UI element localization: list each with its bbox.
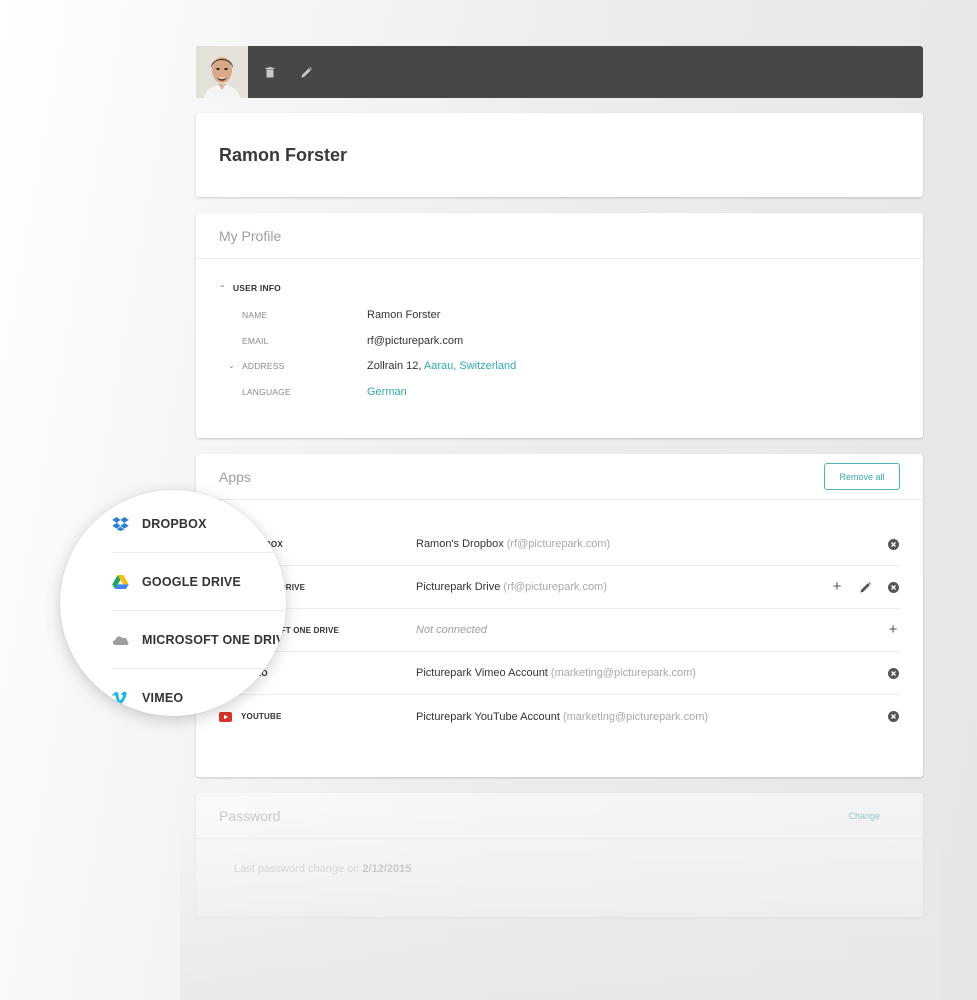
app-account: Picturepark Drive (rf@picturepark.com) xyxy=(416,581,830,593)
app-row-actions xyxy=(886,710,900,724)
app-account-email: (marketing@picturepark.com) xyxy=(562,710,709,723)
field-language: LANGUAGE German xyxy=(242,384,407,400)
field-email-value: rf@picturepark.com xyxy=(367,335,464,347)
app-account: Ramon's Dropbox (rf@picturepark.com) xyxy=(416,538,886,550)
mag-item-label: GOOGLE DRIVE xyxy=(142,574,241,589)
app-row-actions: + xyxy=(830,579,900,594)
address-city-link[interactable]: Aarau, Switzerland xyxy=(424,360,516,372)
mag-item-label: MICROSOFT ONE DRIVE xyxy=(142,632,286,647)
field-name-value: Ramon Forster xyxy=(367,309,441,321)
mag-item-google-drive: GOOGLE DRIVE xyxy=(112,553,286,611)
app-account-name: Ramon's Dropbox xyxy=(416,538,507,550)
edit-button[interactable] xyxy=(292,58,320,86)
app-account: Picturepark Vimeo Account (marketing@pic… xyxy=(416,667,886,679)
add-account-button[interactable]: + xyxy=(830,579,844,594)
remove-app-button[interactable] xyxy=(886,580,900,594)
field-name: NAME Ramon Forster xyxy=(242,307,440,323)
language-link[interactable]: German xyxy=(367,386,407,398)
user-info-label: USER INFO xyxy=(232,283,281,293)
apps-card-title: Apps xyxy=(219,468,251,485)
close-circle-icon xyxy=(887,581,899,593)
password-note-date: 2/12/2015 xyxy=(362,863,412,875)
app-row-google-drive: GOOGLE DRIVE Picturepark Drive (rf@pictu… xyxy=(219,566,900,609)
name-card: Ramon Forster xyxy=(196,113,923,197)
mag-item-label: VIMEO xyxy=(142,691,184,705)
app-account-name: Picturepark Vimeo Account xyxy=(416,667,551,679)
remove-app-button[interactable] xyxy=(886,666,900,680)
password-card: Password Change Last password change on … xyxy=(196,793,923,917)
password-card-header: Password Change xyxy=(196,793,923,839)
remove-app-button[interactable] xyxy=(886,537,900,551)
pencil-icon xyxy=(301,66,312,77)
onedrive-icon xyxy=(112,634,142,645)
password-note-suffix: . xyxy=(411,863,415,875)
app-account-name: Picturepark YouTube Account xyxy=(416,710,563,723)
mag-item-onedrive: MICROSOFT ONE DRIVE xyxy=(112,611,286,669)
apps-card-header: Apps Remove all xyxy=(196,454,923,500)
app-row-actions xyxy=(886,666,900,680)
apps-card: Apps Remove all DROPBOX Ramon's Dropbox … xyxy=(196,454,923,777)
app-account: Picturepark YouTube Account (marketing@p… xyxy=(416,711,886,723)
close-circle-icon xyxy=(887,667,899,679)
mag-item-dropbox: DROPBOX xyxy=(112,495,286,553)
password-note: Last password change on 2/12/2015. xyxy=(234,863,414,875)
chevron-up-icon: ⌃ xyxy=(219,283,226,293)
profile-card: My Profile ⌃ USER INFO NAME Ramon Forste… xyxy=(196,213,923,438)
address-street: Zollrain 12, xyxy=(367,360,424,372)
app-account-email: (marketing@picturepark.com) xyxy=(550,667,696,679)
remove-app-button[interactable] xyxy=(886,710,900,724)
app-row-youtube: YOUTUBE Picturepark YouTube Account (mar… xyxy=(219,695,900,738)
field-address-label: ADDRESS xyxy=(242,361,285,371)
app-account-name: Picturepark Drive xyxy=(416,581,504,593)
top-toolbar xyxy=(196,46,923,98)
user-info-toggle[interactable]: ⌃ USER INFO xyxy=(219,283,281,293)
connect-app-button[interactable]: + xyxy=(886,622,900,637)
delete-button[interactable] xyxy=(256,58,284,86)
profile-card-header: My Profile xyxy=(196,213,923,259)
field-name-label: NAME xyxy=(242,310,268,320)
address-chevron-down-icon[interactable]: ⌄ xyxy=(228,361,235,370)
field-email-label: EMAIL xyxy=(242,336,269,346)
change-password-button[interactable]: Change xyxy=(848,811,880,821)
app-row-onedrive: MICROSOFT ONE DRIVE Not connected + xyxy=(219,609,900,652)
app-row-actions: + xyxy=(886,622,900,637)
edit-app-button[interactable] xyxy=(858,580,872,594)
trash-icon xyxy=(265,66,275,77)
field-address: ADDRESS Zollrain 12, Aarau, Switzerland xyxy=(242,358,516,374)
password-note-prefix: Last password change on xyxy=(234,863,363,875)
page-title: Ramon Forster xyxy=(219,144,348,165)
pencil-icon xyxy=(860,581,871,592)
mag-item-label: DROPBOX xyxy=(142,516,207,531)
avatar-portrait xyxy=(196,46,248,98)
remove-all-button[interactable]: Remove all xyxy=(824,463,900,490)
app-row-actions xyxy=(886,537,900,551)
avatar[interactable] xyxy=(196,46,248,98)
app-account: Not connected xyxy=(416,624,487,636)
field-language-label: LANGUAGE xyxy=(242,387,291,397)
mag-item-vimeo: VIMEO xyxy=(112,669,286,716)
profile-card-title: My Profile xyxy=(219,227,282,244)
dropbox-icon xyxy=(112,516,142,531)
app-row-dropbox: DROPBOX Ramon's Dropbox (rf@picturepark.… xyxy=(219,523,900,566)
field-email: EMAIL rf@picturepark.com xyxy=(242,333,463,349)
app-row-vimeo: VIMEO Picturepark Vimeo Account (marketi… xyxy=(219,652,900,695)
google-drive-icon xyxy=(112,574,142,589)
password-card-title: Password xyxy=(219,807,281,824)
close-circle-icon xyxy=(887,538,899,550)
vimeo-icon xyxy=(112,691,142,705)
field-address-value: Zollrain 12, Aarau, Switzerland xyxy=(367,360,516,372)
app-account-email: (rf@picturepark.com) xyxy=(503,581,607,593)
magnifier-lens: DROPBOX GOOGLE DRIVE MICROSOFT ONE DRIVE… xyxy=(60,490,286,716)
close-circle-icon xyxy=(887,711,899,722)
app-account-email: (rf@picturepark.com) xyxy=(506,538,611,550)
